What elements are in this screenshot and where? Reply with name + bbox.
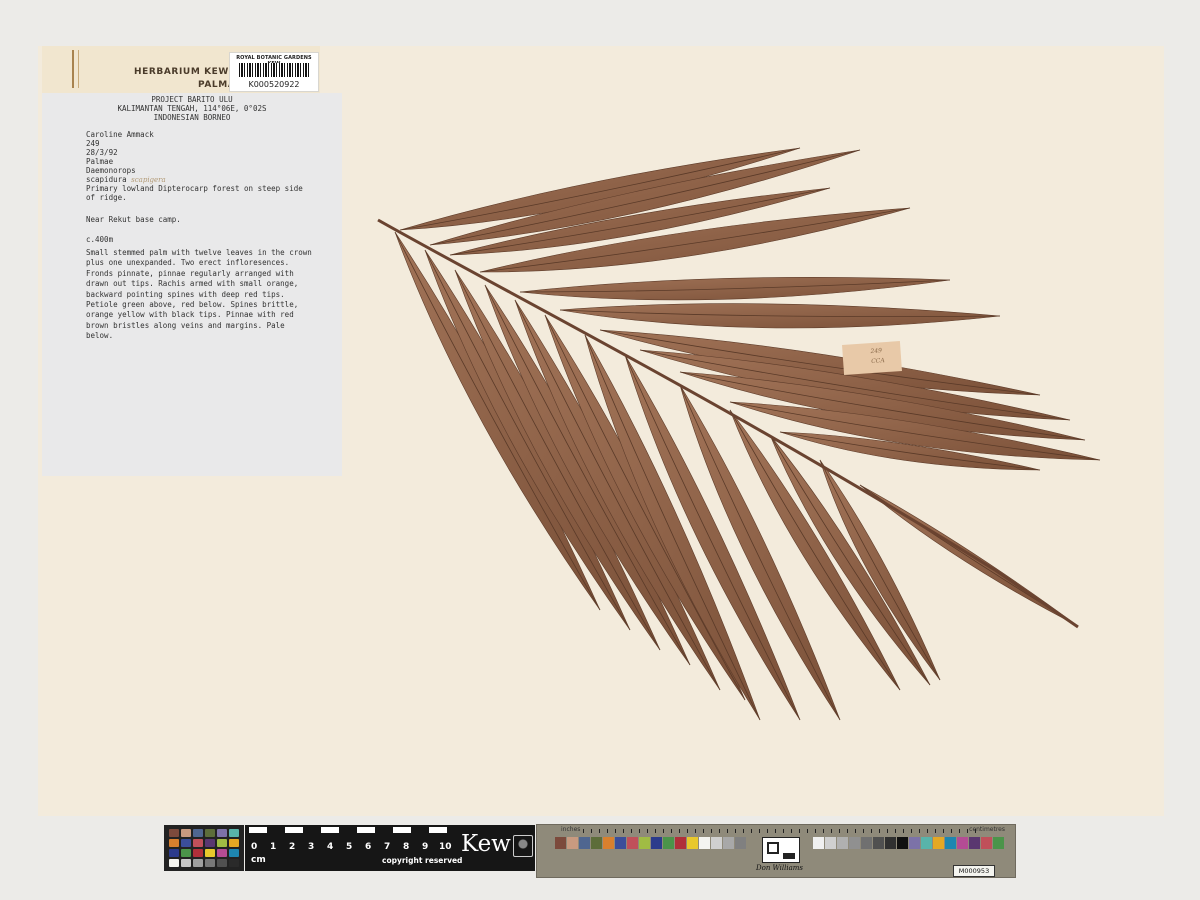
qr-icon <box>762 837 800 863</box>
card-id: M000953 <box>953 865 995 877</box>
field-tag-line: 249 <box>870 347 883 356</box>
leaflet <box>769 434 931 686</box>
scale-number: 3 <box>308 842 315 852</box>
scale-number: 7 <box>384 842 391 852</box>
palm-frond-specimen <box>377 147 1101 721</box>
gray-patches <box>813 837 1004 849</box>
scale-unit: cm <box>251 855 266 865</box>
field-tag-line: CCA <box>871 357 885 366</box>
scale-number: 6 <box>365 842 372 852</box>
scale-number: 5 <box>346 842 353 852</box>
calibration-card: inches centimetres Don Williams M000953 <box>536 824 1016 878</box>
inches-label: inches <box>561 826 581 833</box>
scale-number: 10 <box>439 842 452 852</box>
scale-number: 9 <box>422 842 429 852</box>
scale-number: 4 <box>327 842 334 852</box>
scale-number: 2 <box>289 842 296 852</box>
kew-logo: Kew <box>461 831 511 857</box>
crest-icon <box>513 835 533 857</box>
scale-bar: 0 1 2 3 4 5 6 7 8 9 10 cm copyright rese… <box>245 825 535 871</box>
color-chart <box>164 825 244 871</box>
scale-number: 1 <box>270 842 277 852</box>
leaflet <box>819 459 941 681</box>
scale-number: 8 <box>403 842 410 852</box>
color-patches <box>555 837 746 849</box>
scale-number: 0 <box>251 842 258 852</box>
copyright-note: copyright reserved <box>382 856 463 865</box>
signature: Don Williams <box>756 864 803 872</box>
mini-ruler <box>583 829 983 833</box>
scale-checks <box>249 827 449 833</box>
field-tag: 249 CCA <box>842 341 902 375</box>
